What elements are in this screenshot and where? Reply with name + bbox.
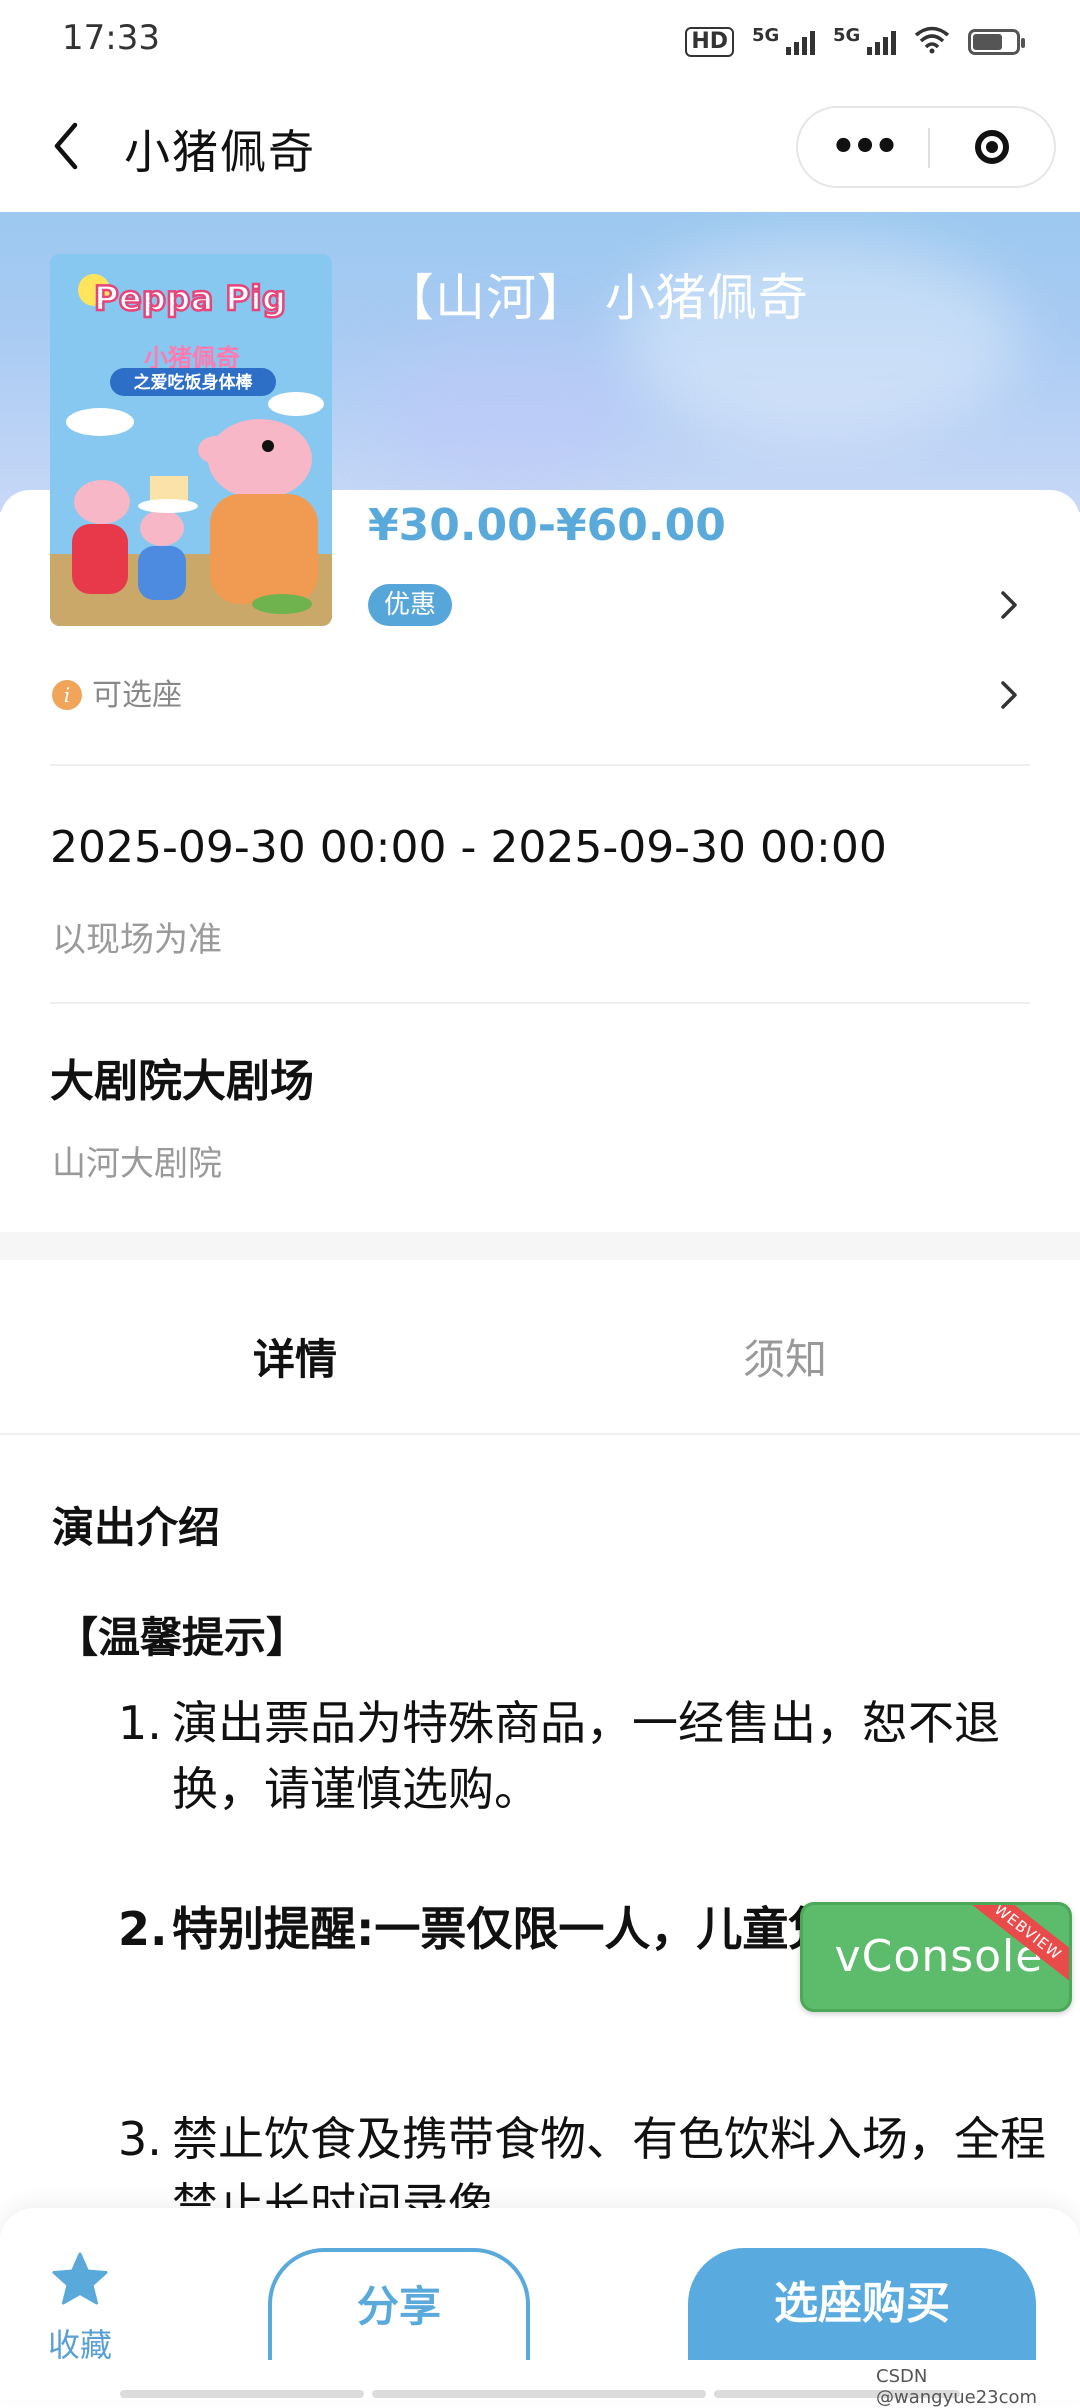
more-button[interactable]: ••• xyxy=(798,108,928,186)
status-icons: HD 5G 5G xyxy=(685,22,1025,62)
list-item: 1. 演出票品为特殊商品，一经售出，恕不退换，请谨慎选购。 xyxy=(118,1690,1018,1830)
info-icon: i xyxy=(52,680,82,710)
signal-5g-icon: 5G xyxy=(833,25,896,55)
chevron-left-icon xyxy=(54,122,78,170)
miniprogram-capsule: ••• xyxy=(796,106,1056,188)
venue-address: 山河大剧院 xyxy=(52,1144,222,1184)
vconsole-button[interactable]: vConsole WEBVIEW xyxy=(800,1902,1072,2012)
seat-selectable-label: 可选座 xyxy=(92,678,182,713)
poster-subtitle: 之爱吃饭身体棒 xyxy=(134,372,254,393)
divider xyxy=(50,764,1030,766)
tip-heading: 【温馨提示】 xyxy=(56,1613,309,1662)
share-button[interactable]: 分享 xyxy=(268,2248,530,2360)
signal-5g-icon: 5G xyxy=(752,25,815,55)
poster-cn-title: 小猪佩奇 xyxy=(144,344,240,372)
venue-name: 大剧院大剧场 xyxy=(50,1056,314,1107)
signal-label: 5G xyxy=(752,25,780,46)
hero-blur xyxy=(380,330,640,490)
favorite-label: 收藏 xyxy=(47,2326,112,2364)
select-seat-buy-button[interactable]: 选座购买 xyxy=(688,2248,1036,2360)
list-number: 1. xyxy=(118,1696,162,1750)
price-range: ¥30.00-¥60.00 xyxy=(368,500,726,551)
event-title: 【山河】 小猪佩奇 xyxy=(384,269,809,327)
status-bar: 17:33 HD 5G 5G xyxy=(0,0,1080,80)
list-number: 3. xyxy=(118,2112,162,2166)
nav-title: 小猪佩奇 xyxy=(124,125,316,179)
back-button[interactable] xyxy=(40,120,92,172)
promo-chevron-right-icon[interactable] xyxy=(994,590,1024,620)
status-time: 17:33 xyxy=(62,18,160,58)
seat-selection-row[interactable]: i 可选座 xyxy=(50,676,1030,716)
target-icon xyxy=(975,130,1009,164)
list-number: 2. xyxy=(118,1902,168,1956)
poster-image: Peppa Pig 小猪佩奇 之爱吃饭身体棒 xyxy=(50,254,332,626)
close-miniprogram-button[interactable] xyxy=(928,108,1056,186)
hd-icon: HD xyxy=(685,27,734,57)
star-icon xyxy=(52,2252,108,2305)
seat-chevron-right-icon xyxy=(994,680,1024,710)
home-indicator xyxy=(372,2390,706,2398)
event-poster[interactable]: Peppa Pig 小猪佩奇 之爱吃饭身体棒 xyxy=(50,254,332,626)
wifi-icon xyxy=(914,26,950,58)
list-text: 演出票品为特殊商品，一经售出，恕不退换，请谨慎选购。 xyxy=(172,1696,1000,1816)
divider xyxy=(50,1002,1030,1004)
nav-bar: 小猪佩奇 ••• xyxy=(0,80,1080,212)
favorite-button[interactable]: 收藏 xyxy=(30,2248,130,2368)
signal-label: 5G xyxy=(833,25,861,46)
tab-notice[interactable]: 须知 xyxy=(515,1290,1055,1430)
more-icon: ••• xyxy=(830,124,900,170)
watermark: CSDN @wangyue23com xyxy=(876,2366,1038,2408)
section-gap xyxy=(0,1232,1080,1260)
event-date-range: 2025-09-30 00:00 - 2025-09-30 00:00 xyxy=(50,822,887,873)
section-heading: 演出介绍 xyxy=(52,1503,221,1552)
tab-divider xyxy=(0,1433,1080,1435)
promo-badge[interactable]: 优惠 xyxy=(368,584,453,626)
tab-details[interactable]: 详情 xyxy=(25,1290,565,1430)
event-date-note: 以现场为准 xyxy=(52,920,222,960)
home-indicator xyxy=(120,2390,364,2398)
poster-brand: Peppa Pig xyxy=(94,279,286,319)
battery-icon xyxy=(968,29,1025,55)
